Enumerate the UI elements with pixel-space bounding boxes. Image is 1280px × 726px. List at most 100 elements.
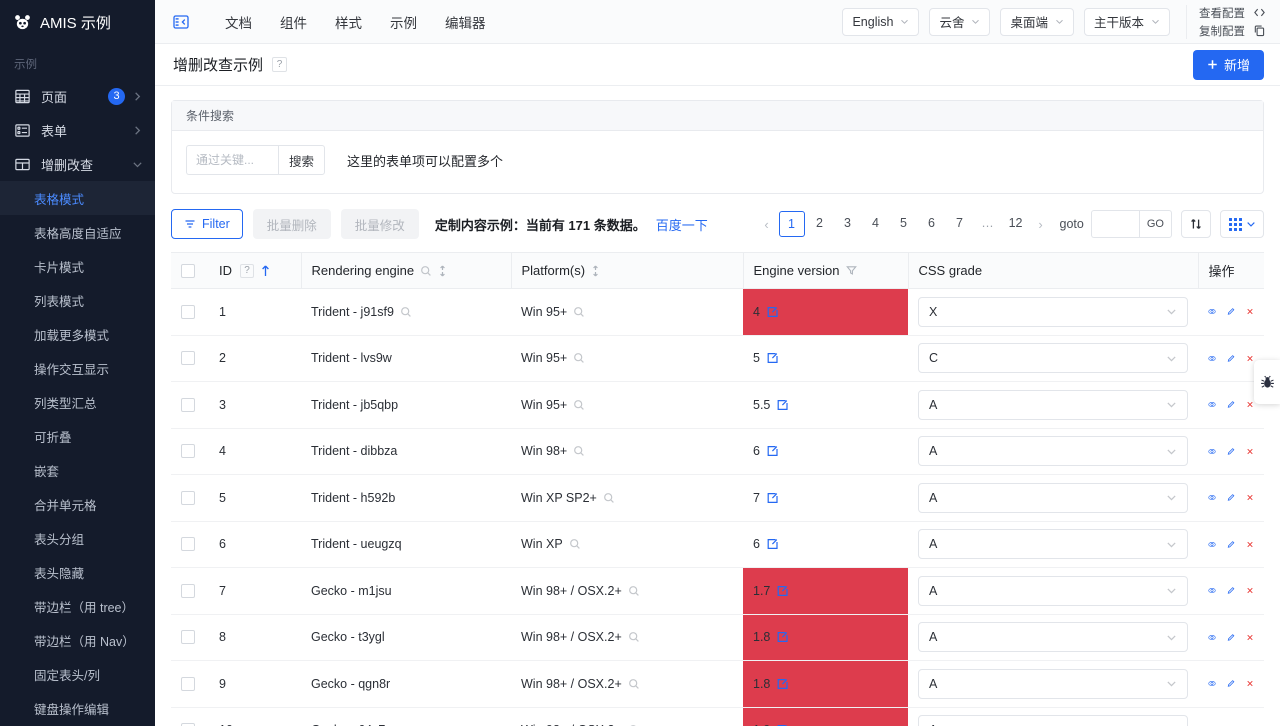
sort-asc-icon[interactable] <box>260 264 271 277</box>
page-help-badge[interactable]: ? <box>272 57 287 72</box>
language-select[interactable]: English <box>842 8 919 36</box>
css-grade-select[interactable]: A <box>918 576 1188 606</box>
inline-edit-icon[interactable] <box>766 445 778 457</box>
edit-row-icon[interactable] <box>1227 490 1235 505</box>
sidebar-item-header-hidden[interactable]: 表头隐藏 <box>0 555 155 589</box>
id-header[interactable]: ID ? <box>209 253 301 289</box>
table-row[interactable]: 10Gecko - 64z7vzWin 98+ / OSX.2+1.9A <box>171 707 1264 726</box>
search-icon[interactable] <box>573 399 585 411</box>
row-checkbox[interactable] <box>181 305 195 319</box>
pagination-page-3[interactable]: 3 <box>835 211 861 237</box>
css-grade-select[interactable]: A <box>918 529 1188 559</box>
sidebar-item-column-summary[interactable]: 列类型汇总 <box>0 385 155 419</box>
search-icon[interactable] <box>628 585 640 597</box>
bulk-edit-button[interactable]: 批量修改 <box>341 209 419 239</box>
row-checkbox[interactable] <box>181 351 195 365</box>
pagination-page-12[interactable]: 12 <box>1003 211 1029 237</box>
row-checkbox[interactable] <box>181 444 195 458</box>
search-icon[interactable] <box>400 306 412 318</box>
view-row-icon[interactable] <box>1208 537 1216 552</box>
pagination-page-6[interactable]: 6 <box>919 211 945 237</box>
view-row-icon[interactable] <box>1208 304 1216 319</box>
pagination-page-2[interactable]: 2 <box>807 211 833 237</box>
table-row[interactable]: 8Gecko - t3yglWin 98+ / OSX.2+1.8A <box>171 614 1264 661</box>
baidu-link[interactable]: 百度一下 <box>656 215 708 234</box>
sidebar-item-header-group[interactable]: 表头分组 <box>0 521 155 555</box>
edit-row-icon[interactable] <box>1227 630 1235 645</box>
edit-row-icon[interactable] <box>1227 537 1235 552</box>
css-grade-select[interactable]: A <box>918 715 1188 726</box>
table-row[interactable]: 6Trident - ueugzqWin XP6A <box>171 521 1264 568</box>
row-checkbox[interactable] <box>181 537 195 551</box>
nav-styles[interactable]: 样式 <box>321 12 376 32</box>
sidebar-item-list-mode[interactable]: 列表模式 <box>0 283 155 317</box>
pagination-page-7[interactable]: 7 <box>947 211 973 237</box>
sort-icon[interactable] <box>438 265 447 277</box>
sidebar-item-sidebar-tree[interactable]: 带边栏（用 tree） <box>0 589 155 623</box>
search-icon[interactable] <box>420 265 432 277</box>
delete-row-icon[interactable] <box>1246 490 1254 505</box>
nav-editor[interactable]: 编辑器 <box>431 12 500 32</box>
go-button[interactable]: GO <box>1139 210 1172 238</box>
sidebar-group-crud[interactable]: 增删改查 <box>0 147 155 181</box>
inline-edit-icon[interactable] <box>766 306 778 318</box>
inline-edit-icon[interactable] <box>776 585 788 597</box>
view-row-icon[interactable] <box>1208 351 1216 366</box>
debug-widget-button[interactable] <box>1254 360 1280 404</box>
sidebar-item-auto-height[interactable]: 表格高度自适应 <box>0 215 155 249</box>
sidebar-group-forms[interactable]: 表单 <box>0 113 155 147</box>
search-icon[interactable] <box>628 678 640 690</box>
css-grade-select[interactable]: A <box>918 669 1188 699</box>
sidebar-item-card-mode[interactable]: 卡片模式 <box>0 249 155 283</box>
delete-row-icon[interactable] <box>1246 630 1254 645</box>
table-row[interactable]: 3Trident - jb5qbpWin 95+5.5A <box>171 382 1264 429</box>
funnel-icon[interactable] <box>846 265 857 276</box>
table-row[interactable]: 4Trident - dibbzaWin 98+6A <box>171 428 1264 475</box>
search-icon[interactable] <box>569 538 581 550</box>
pagination-page-5[interactable]: 5 <box>891 211 917 237</box>
delete-row-icon[interactable] <box>1246 304 1254 319</box>
inline-edit-icon[interactable] <box>776 678 788 690</box>
inline-edit-icon[interactable] <box>776 631 788 643</box>
css-grade-select[interactable]: A <box>918 483 1188 513</box>
edit-row-icon[interactable] <box>1227 397 1235 412</box>
css-grade-select[interactable]: C <box>918 343 1188 373</box>
css-grade-select[interactable]: A <box>918 622 1188 652</box>
sidebar-item-merge-cells[interactable]: 合并单元格 <box>0 487 155 521</box>
edit-row-icon[interactable] <box>1227 676 1235 691</box>
edit-row-icon[interactable] <box>1227 351 1235 366</box>
css-grade-select[interactable]: X <box>918 297 1188 327</box>
inline-edit-icon[interactable] <box>766 352 778 364</box>
search-icon[interactable] <box>573 352 585 364</box>
table-row[interactable]: 2Trident - lvs9wWin 95+5C <box>171 335 1264 382</box>
search-icon[interactable] <box>603 492 615 504</box>
sidebar-item-table-mode[interactable]: 表格模式 <box>0 181 155 215</box>
brand[interactable]: AMIS 示例 <box>0 0 155 44</box>
table-row[interactable]: 5Trident - h592bWin XP SP2+7A <box>171 475 1264 522</box>
css-grade-select[interactable]: A <box>918 390 1188 420</box>
delete-row-icon[interactable] <box>1246 397 1254 412</box>
nav-docs[interactable]: 文档 <box>211 12 266 32</box>
column-toggle-button[interactable] <box>1220 210 1264 238</box>
sidebar-item-load-more[interactable]: 加载更多模式 <box>0 317 155 351</box>
pagination-prev[interactable]: ‹ <box>756 217 778 232</box>
sidebar-item-collapsible[interactable]: 可折叠 <box>0 419 155 453</box>
row-checkbox[interactable] <box>181 398 195 412</box>
platforms-header[interactable]: Platform(s) <box>511 253 743 289</box>
delete-row-icon[interactable] <box>1246 583 1254 598</box>
sort-toggle-button[interactable] <box>1181 210 1211 238</box>
filter-button[interactable]: Filter <box>171 209 243 239</box>
sidebar-item-nested[interactable]: 嵌套 <box>0 453 155 487</box>
css-grade-select[interactable]: A <box>918 436 1188 466</box>
view-row-icon[interactable] <box>1208 676 1216 691</box>
inline-edit-icon[interactable] <box>776 399 788 411</box>
sort-icon[interactable] <box>591 265 600 277</box>
delete-row-icon[interactable] <box>1246 351 1254 366</box>
row-checkbox[interactable] <box>181 630 195 644</box>
inline-edit-icon[interactable] <box>766 492 778 504</box>
row-checkbox[interactable] <box>181 584 195 598</box>
bulk-delete-button[interactable]: 批量删除 <box>253 209 331 239</box>
search-icon[interactable] <box>628 631 640 643</box>
goto-input[interactable] <box>1091 210 1139 238</box>
view-row-icon[interactable] <box>1208 397 1216 412</box>
